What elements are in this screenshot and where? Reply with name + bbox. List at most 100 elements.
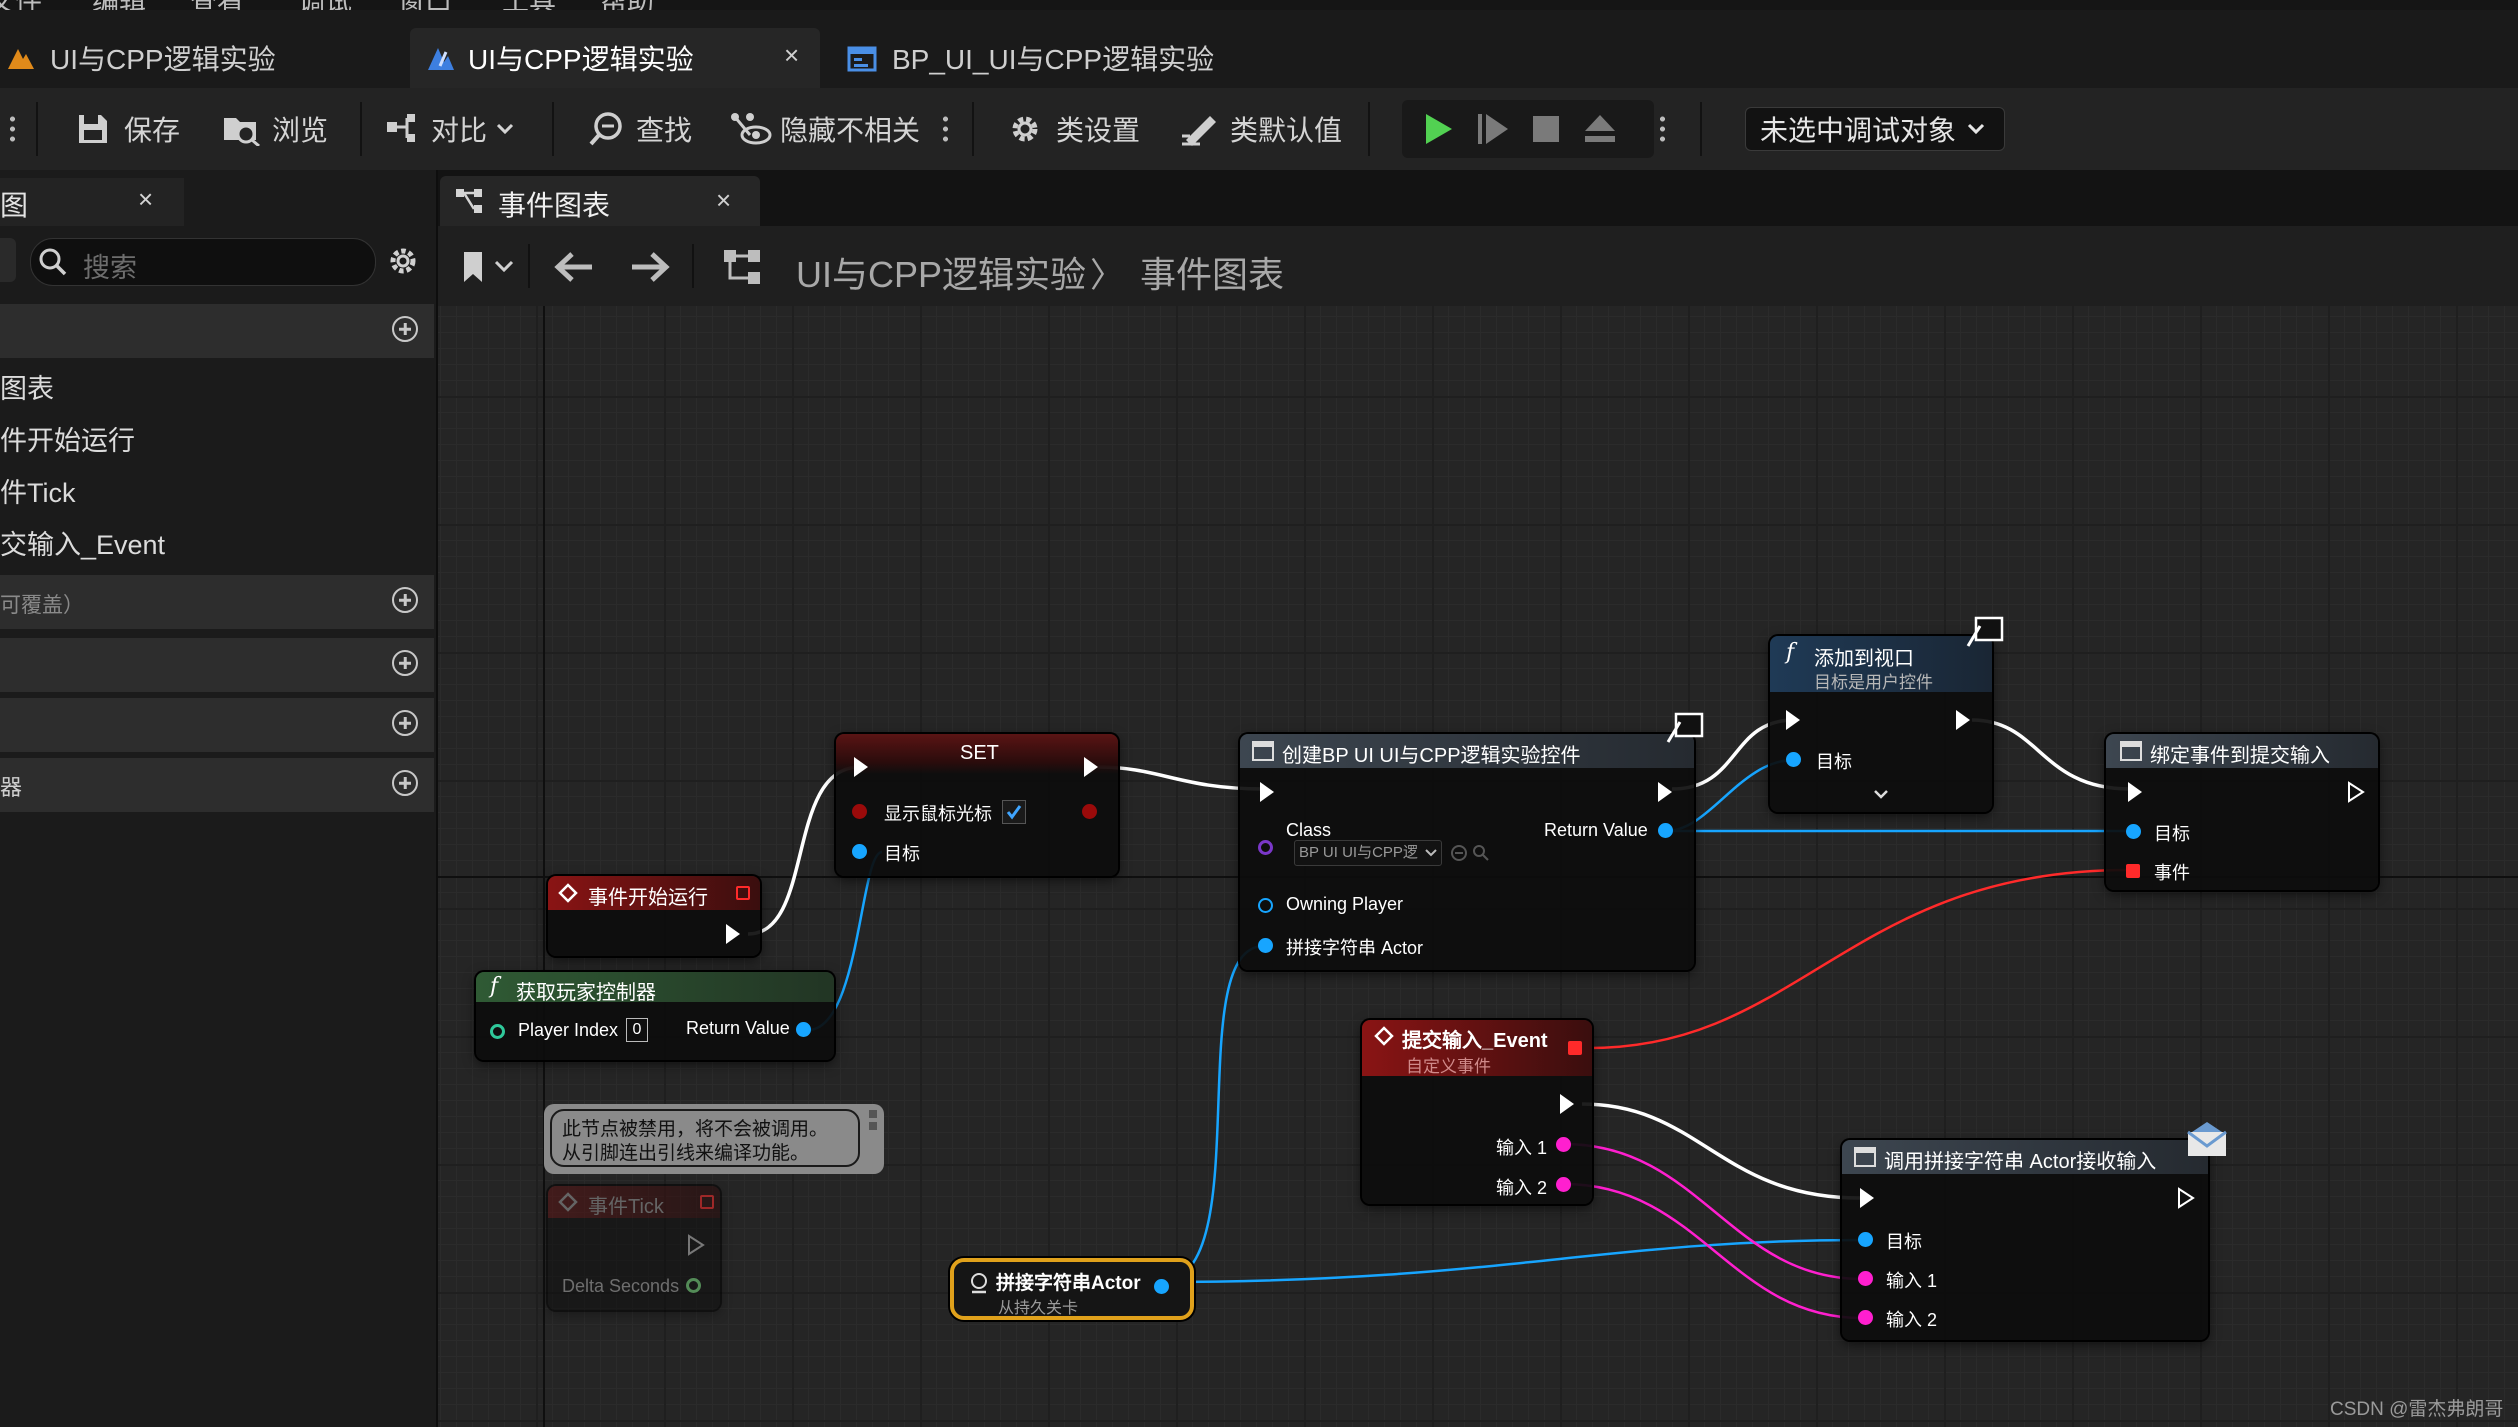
class-select-value: BP UI UI与CPP逻 — [1299, 844, 1418, 861]
pin-label: 目标 — [884, 844, 920, 864]
node-title: SET — [960, 742, 999, 764]
pin-label: Return Value — [1544, 820, 1648, 840]
input1-pin[interactable] — [1858, 1271, 1873, 1286]
exec-out-pin[interactable] — [1956, 710, 1970, 730]
exec-out-pin[interactable] — [1084, 757, 1098, 777]
disabled-note-line1: 此节点被禁用，将不会被调用。 — [562, 1119, 829, 1140]
target-pin[interactable] — [1858, 1232, 1873, 1247]
pin-label: 显示鼠标光标 — [884, 804, 992, 824]
node-event-begin-play[interactable]: 事件开始运行 — [548, 876, 760, 956]
string-wire — [1563, 1182, 1863, 1320]
pin-label: Return Value — [686, 1018, 790, 1038]
target-pin[interactable] — [1786, 752, 1801, 767]
pin-label: 输入 2 — [1496, 1178, 1548, 1198]
node-subtitle: 自定义事件 — [1406, 1057, 1491, 1076]
object-wire — [1159, 1238, 1863, 1284]
chevron-down-icon[interactable] — [1872, 788, 1890, 800]
browse-asset-icon[interactable] — [1472, 844, 1490, 862]
class-select[interactable]: BP UI UI与CPP逻 — [1294, 840, 1442, 866]
node-submit-input-event[interactable]: 提交输入_Event 自定义事件 输入 1 输入 2 — [1362, 1020, 1592, 1204]
pin-toggle-icon[interactable] — [866, 1108, 880, 1134]
node-get-player-controller[interactable]: f 获取玩家控制器 Player Index 0 Return Value — [476, 972, 834, 1060]
pin-label: Delta Seconds — [562, 1276, 680, 1296]
object-wire — [1159, 944, 1265, 1284]
node-call-actor-receive[interactable]: 调用拼接字符串 Actor接收输入 目标 输入 1 输入 2 — [1842, 1122, 2227, 1340]
delegate-pin[interactable] — [1568, 1041, 1582, 1055]
exec-out-pin[interactable] — [1658, 782, 1672, 802]
event-diamond-icon — [1374, 1026, 1394, 1046]
pin-label: 输入 2 — [1886, 1310, 1938, 1330]
widget-icon — [2120, 741, 2142, 761]
exec-wire — [1581, 1102, 1861, 1200]
node-subtitle: 目标是用户控件 — [1814, 673, 1933, 692]
exec-out-pin[interactable] — [686, 1234, 706, 1256]
delegate-pin[interactable] — [736, 886, 750, 900]
pin-label: 拼接字符串 Actor — [1286, 938, 1424, 958]
widget-icon — [1252, 741, 1274, 761]
pin-label: 事件 — [2154, 863, 2190, 883]
node-title: 调用拼接字符串 Actor接收输入 — [1884, 1151, 2157, 1173]
owning-player-pin[interactable] — [1258, 898, 1273, 913]
exec-in-pin[interactable] — [854, 757, 868, 777]
pin-label: 输入 1 — [1496, 1138, 1548, 1158]
pin-label: 目标 — [2154, 824, 2190, 844]
exec-out-pin[interactable] — [726, 924, 740, 944]
node-create-widget[interactable]: 创建BP UI UI与CPP逻辑实验控件 Class BP UI UI与CPP逻… — [1240, 712, 1704, 970]
event-diamond-icon — [558, 883, 578, 903]
actor-pin[interactable] — [1258, 938, 1273, 953]
target-pin[interactable] — [2126, 824, 2141, 839]
widget-icon — [1854, 1147, 1876, 1167]
event-pin[interactable] — [2126, 864, 2140, 878]
player-index-pin[interactable] — [490, 1024, 505, 1039]
show-cursor-out-pin[interactable] — [1082, 804, 1097, 819]
function-icon: f — [1786, 640, 1795, 665]
actor-reference-icon — [971, 1273, 987, 1294]
node-bind-event[interactable]: 绑定事件到提交输入 目标 事件 — [2106, 734, 2378, 890]
pin-label: 目标 — [1886, 1232, 1922, 1252]
exec-out-pin[interactable] — [2176, 1187, 2196, 1209]
node-title: 添加到视口 — [1814, 648, 1914, 670]
show-cursor-checkbox[interactable] — [1002, 800, 1026, 824]
node-subtitle: 从持久关卡 — [998, 1300, 1079, 1317]
exec-in-pin[interactable] — [2128, 782, 2142, 802]
node-title: 绑定事件到提交输入 — [2150, 745, 2330, 767]
function-icon: f — [490, 974, 499, 999]
input1-out-pin[interactable] — [1556, 1137, 1571, 1152]
node-title: 提交输入_Event — [1402, 1030, 1548, 1052]
return-value-pin[interactable] — [796, 1022, 811, 1037]
node-title: 事件Tick — [588, 1196, 664, 1218]
node-actor-reference[interactable]: 拼接字符串Actor 从持久关卡 — [950, 1258, 1194, 1320]
disabled-node-bubble: 此节点被禁用，将不会被调用。 从引脚连出引线来编译功能。 — [544, 1104, 884, 1174]
node-title: 获取玩家控制器 — [516, 982, 656, 1004]
pin-label: 输入 1 — [1886, 1271, 1938, 1291]
node-event-tick-disabled[interactable]: 事件Tick Delta Seconds — [548, 1186, 720, 1310]
node-set-show-cursor[interactable]: SET 显示鼠标光标 目标 — [836, 734, 1118, 876]
use-selected-asset-icon[interactable] — [1450, 844, 1468, 862]
class-pin[interactable] — [1258, 840, 1273, 855]
show-cursor-pin[interactable] — [852, 804, 867, 819]
server-client-icon — [1666, 712, 1704, 743]
node-add-to-viewport[interactable]: f 添加到视口 目标是用户控件 目标 — [1770, 616, 2004, 812]
actor-out-pin[interactable] — [1154, 1279, 1169, 1294]
exec-out-pin[interactable] — [1560, 1094, 1574, 1114]
target-pin[interactable] — [852, 844, 867, 859]
input2-out-pin[interactable] — [1556, 1177, 1571, 1192]
pin-label: Player Index — [518, 1020, 619, 1040]
exec-out-pin[interactable] — [2346, 781, 2366, 803]
pin-label: Owning Player — [1286, 894, 1404, 914]
delegate-pin[interactable] — [700, 1195, 714, 1209]
player-index-input[interactable]: 0 — [626, 1018, 648, 1042]
watermark: CSDN @雷杰弗朗哥 — [2330, 1399, 2504, 1420]
node-title: 创建BP UI UI与CPP逻辑实验控件 — [1282, 745, 1581, 767]
event-diamond-icon — [558, 1192, 578, 1212]
pin-label: 目标 — [1816, 752, 1852, 772]
return-value-pin[interactable] — [1658, 823, 1673, 838]
client-only-icon — [1966, 616, 2004, 647]
exec-in-pin[interactable] — [1786, 710, 1800, 730]
exec-in-pin[interactable] — [1860, 1188, 1874, 1208]
delta-seconds-pin[interactable] — [686, 1278, 701, 1293]
input2-pin[interactable] — [1858, 1310, 1873, 1325]
node-title: 拼接字符串Actor — [996, 1273, 1141, 1294]
exec-in-pin[interactable] — [1260, 782, 1274, 802]
chevron-down-icon — [1425, 849, 1437, 857]
